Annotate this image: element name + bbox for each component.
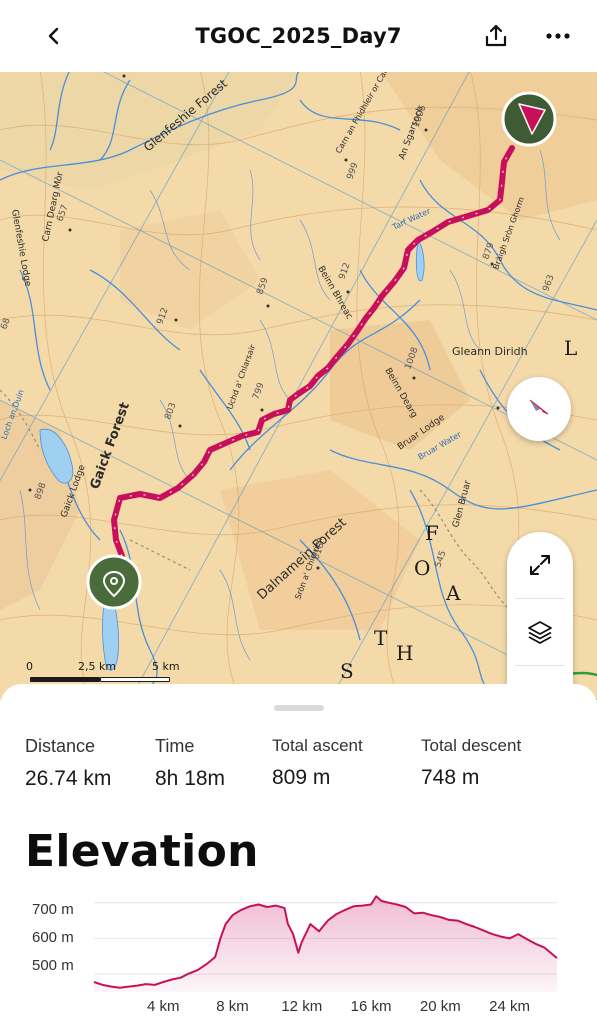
stat-ascent: Total ascent 809 m <box>272 736 363 790</box>
y-tick-label: 600 m <box>32 929 74 946</box>
map-label-big-h: H <box>396 641 415 665</box>
scale-label-0: 0 <box>26 660 33 673</box>
stat-value: 26.74 km <box>25 767 112 790</box>
stat-label: Distance <box>25 736 96 756</box>
stat-value: 748 m <box>421 766 480 789</box>
map-label-big-f: F <box>425 521 441 545</box>
map-label-big-s: S <box>340 659 356 683</box>
stat-value: 8h 18m <box>155 767 226 790</box>
share-icon <box>485 24 507 47</box>
x-tick-label: 12 km <box>281 998 323 1015</box>
map-label-big-t: T <box>374 626 389 650</box>
map-label-big-l: L <box>564 336 579 360</box>
map-view[interactable]: Glenfeshie Forest Gaick Forest Dalnamein… <box>0 70 597 700</box>
stat-time: Time 8h 18m <box>155 736 225 791</box>
x-tick-label: 20 km <box>419 998 461 1015</box>
map-label-big-a: A <box>445 581 462 605</box>
y-tick-label: 700 m <box>32 901 74 918</box>
stat-label: Total descent <box>421 736 522 755</box>
x-tick-label: 4 km <box>146 998 180 1015</box>
stat-value: 809 m <box>272 766 331 789</box>
y-tick-label: 500 m <box>32 957 74 974</box>
share-button[interactable] <box>478 18 514 54</box>
stat-descent: Total descent 748 m <box>421 736 521 790</box>
compass-button[interactable] <box>507 377 571 441</box>
scale-label-max: 5 km <box>152 660 180 673</box>
map-control-group <box>507 532 573 700</box>
x-tick-label: 8 km <box>216 998 249 1015</box>
elevation-area <box>94 896 557 992</box>
more-options-button[interactable] <box>540 18 576 54</box>
expand-icon <box>530 555 550 575</box>
layers-button[interactable] <box>507 599 573 665</box>
map-label-big-o: O <box>414 556 432 580</box>
map-label-gleann-diridh: Gleann Diridh <box>452 345 528 358</box>
stat-distance: Distance 26.74 km <box>25 736 111 791</box>
layers-icon <box>528 621 552 644</box>
x-tick-label: 24 km <box>489 998 530 1015</box>
elevation-chart[interactable]: 700 m 600 m 500 m 4 km 8 km 12 km 16 km … <box>0 884 597 1024</box>
compass-icon <box>529 399 549 415</box>
more-horizontal-icon <box>546 33 570 39</box>
fullscreen-button[interactable] <box>507 532 573 598</box>
stat-label: Time <box>155 736 195 756</box>
route-end-marker[interactable] <box>501 91 557 147</box>
scale-label-mid: 2,5 km <box>78 660 117 673</box>
stat-label: Total ascent <box>272 736 363 755</box>
drag-handle[interactable] <box>274 705 324 711</box>
route-start-marker[interactable] <box>86 554 142 610</box>
top-app-bar: TGOC_2025_Day7 <box>0 0 597 72</box>
x-tick-label: 16 km <box>350 998 392 1015</box>
elevation-title: Elevation <box>25 826 259 877</box>
